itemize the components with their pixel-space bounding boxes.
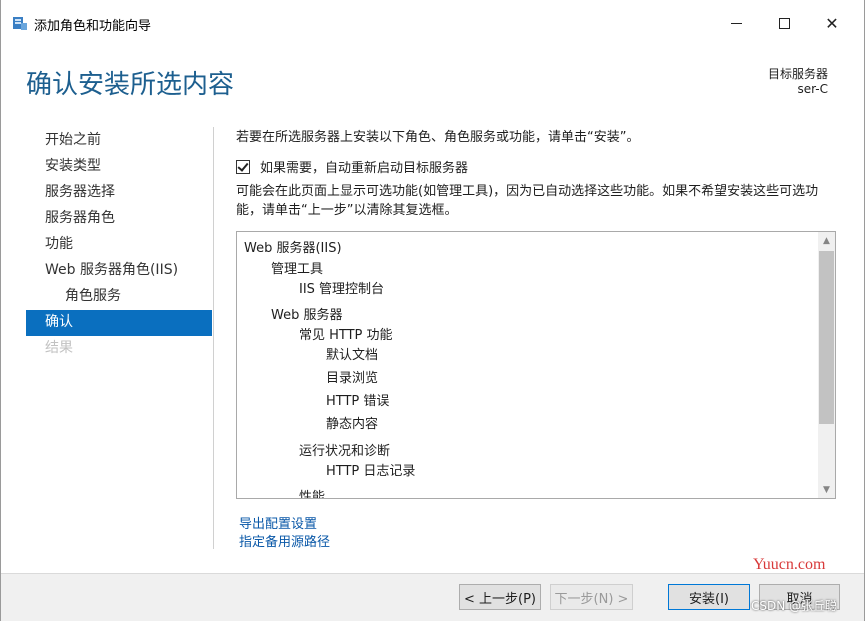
- restart-checkbox[interactable]: [236, 159, 250, 174]
- window-title: 添加角色和功能向导: [34, 19, 152, 34]
- scroll-down-icon[interactable]: ▼: [818, 481, 835, 498]
- wizard-window: 添加角色和功能向导 ✕ 确认安装所选内容 目标服务器 ser-C 开始之前 安装…: [0, 0, 865, 621]
- tree-item: 运行状况和诊断: [299, 444, 391, 459]
- minimize-icon[interactable]: [713, 8, 759, 38]
- previous-button[interactable]: < 上一步(P): [459, 584, 541, 610]
- nav-item-confirmation[interactable]: 确认: [26, 310, 212, 336]
- target-server: 目标服务器 ser-C: [768, 67, 828, 97]
- tree-item: Web 服务器(IIS): [244, 241, 342, 256]
- tree-item: HTTP 日志记录: [326, 464, 416, 479]
- site-watermark: Yuucn.com: [753, 556, 826, 573]
- next-button: 下一步(N) >: [550, 584, 633, 610]
- restart-option[interactable]: 如果需要，自动重新启动目标服务器: [236, 157, 468, 176]
- nav-item-results: 结果: [45, 340, 73, 356]
- nav-item-server-selection[interactable]: 服务器选择: [26, 180, 212, 206]
- wizard-nav: 开始之前 安装类型 服务器选择 服务器角色 功能 Web 服务器角色(IIS) …: [26, 128, 212, 362]
- target-server-label: 目标服务器: [767, 67, 828, 81]
- csdn-watermark: CSDN @张丘聪: [751, 599, 838, 613]
- nav-item-web-server-role[interactable]: Web 服务器角色(IIS): [26, 258, 212, 284]
- nav-item-features[interactable]: 功能: [26, 232, 212, 258]
- target-server-value: ser-C: [797, 82, 828, 96]
- selection-tree: Web 服务器(IIS) 管理工具 IIS 管理控制台 Web 服务器 常见 H…: [237, 232, 819, 498]
- content-area: 若要在所选服务器上安装以下角色、角色服务或功能，请单击“安装”。 如果需要，自动…: [236, 126, 836, 218]
- tree-item: 性能: [299, 490, 326, 498]
- tree-item: 常见 HTTP 功能: [299, 328, 393, 343]
- content-links: 导出配置设置 指定备用源路径: [239, 516, 330, 552]
- restart-checkbox-label[interactable]: 如果需要，自动重新启动目标服务器: [260, 157, 468, 176]
- page-title: 确认安装所选内容: [26, 70, 235, 100]
- alternate-source-link[interactable]: 指定备用源路径: [239, 534, 330, 552]
- tree-item: IIS 管理控制台: [299, 282, 385, 297]
- maximize-icon[interactable]: [761, 8, 807, 38]
- server-manager-icon: [12, 15, 28, 31]
- list-scrollbar[interactable]: ▲ ▼: [818, 232, 835, 498]
- tree-item: Web 服务器: [271, 308, 343, 323]
- scroll-up-icon[interactable]: ▲: [818, 232, 835, 249]
- nav-item-before-you-begin[interactable]: 开始之前: [26, 128, 212, 154]
- close-icon[interactable]: ✕: [809, 8, 855, 38]
- wizard-footer: < 上一步(P) 下一步(N) > 安装(I) 取消: [1, 573, 864, 621]
- tree-item: HTTP 错误: [326, 394, 390, 409]
- tree-item: 目录浏览: [326, 371, 379, 386]
- optional-features-note: 可能会在此页面上显示可选功能(如管理工具)，因为已自动选择这些功能。如果不希望安…: [236, 184, 819, 218]
- nav-item-server-roles[interactable]: 服务器角色: [26, 206, 212, 232]
- nav-divider: [213, 127, 214, 549]
- tree-item: 管理工具: [271, 262, 324, 277]
- title-bar: 添加角色和功能向导 ✕: [1, 0, 864, 46]
- tree-item: 静态内容: [326, 417, 379, 432]
- export-config-link[interactable]: 导出配置设置: [239, 516, 330, 534]
- nav-item-role-services[interactable]: 角色服务: [26, 284, 212, 310]
- intro-text: 若要在所选服务器上安装以下角色、角色服务或功能，请单击“安装”。: [236, 130, 640, 145]
- selection-list[interactable]: Web 服务器(IIS) 管理工具 IIS 管理控制台 Web 服务器 常见 H…: [236, 231, 836, 499]
- scroll-thumb[interactable]: [819, 251, 834, 424]
- tree-item: 默认文档: [326, 348, 379, 363]
- install-button[interactable]: 安装(I): [668, 584, 750, 610]
- nav-item-installation-type[interactable]: 安装类型: [26, 154, 212, 180]
